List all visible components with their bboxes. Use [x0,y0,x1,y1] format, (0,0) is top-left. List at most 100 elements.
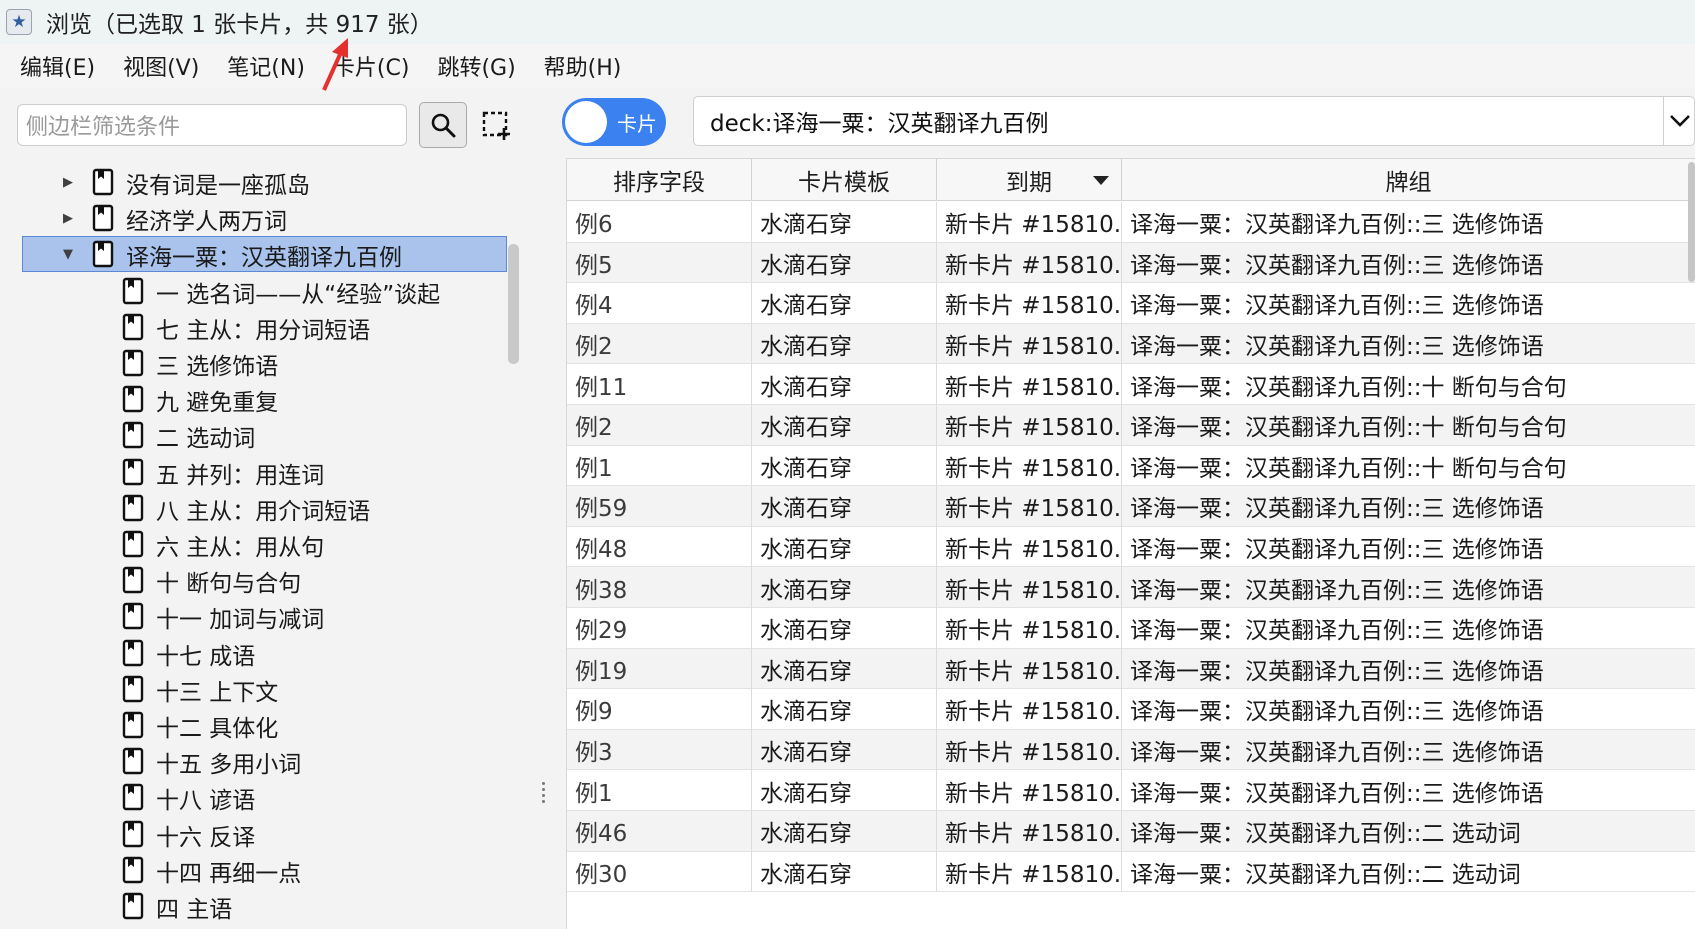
sidebar-tree-item[interactable]: ▼ 译海一粟：汉英翻译九百例 [0,236,510,273]
splitter-handle[interactable] [542,780,550,810]
column-header[interactable]: 牌组 [1122,159,1695,201]
deck-cell: 译海一粟：汉英翻译九百例::三 选修饰语 [1122,770,1695,811]
card-template-cell: 水滴石穿 [752,405,937,446]
sidebar-tree-item[interactable]: 六 主从：用从句 [0,526,510,562]
window-title: 浏览（已选取 1 张卡片，共 917 张） [46,12,433,38]
sidebar-tree-item[interactable]: 九 避免重复 [0,381,510,417]
sidebar-tree-item[interactable]: 二 选动词 [0,417,510,453]
table-row[interactable]: 例11 水滴石穿 新卡片 #15810... 译海一粟：汉英翻译九百例::十 断句与合… [567,364,1695,405]
expand-triangle-right-icon[interactable]: ▶ [60,210,76,226]
cards-notes-toggle[interactable]: 卡片 [562,98,666,146]
sidebar-tree-label: 十七 成语 [156,643,256,670]
sidebar-tree-item[interactable]: 十六 反译 [0,816,510,852]
due-cell: 新卡片 #15810... [937,405,1122,446]
deck-icon [122,639,144,666]
sidebar-tree-label: 一 选名词——从“经验”谈起 [156,281,441,308]
sidebar-tree-item[interactable]: 四 主语 [0,888,510,924]
query-history-dropdown[interactable] [1663,96,1695,146]
search-query-input[interactable]: deck:译海一粟：汉英翻译九百例 [693,96,1695,146]
table-row[interactable]: 例48 水滴石穿 新卡片 #15810... 译海一粟：汉英翻译九百例::三 选修饰语 [567,526,1695,568]
table-row[interactable]: 例6 水滴石穿 新卡片 #15810... 译海一粟：汉英翻译九百例::三 选修饰语 [567,202,1695,243]
sidebar-scrollbar[interactable] [508,244,519,364]
sidebar-tree-item[interactable]: 十 断句与合句 [0,562,510,598]
sidebar-tree-item[interactable]: 十三 上下文 [0,671,510,707]
deck-cell: 译海一粟：汉英翻译九百例::二 选动词 [1122,852,1695,893]
sort-field-cell: 例46 [567,811,752,852]
sort-field-cell: 例48 [567,526,752,568]
deck-cell: 译海一粟：汉英翻译九百例::三 选修饰语 [1122,689,1695,730]
sort-field-cell: 例30 [567,851,752,893]
menu-edit[interactable]: 编辑(E) [16,50,99,82]
selection-tool-button[interactable] [479,108,515,144]
menu-go[interactable]: 跳转(G) [433,50,519,82]
card-template-cell: 水滴石穿 [752,364,937,405]
sidebar-tree-item[interactable]: 五 并列：用连词 [0,454,510,490]
column-header-label: 牌组 [1385,170,1432,196]
column-header[interactable]: 卡片模板 [752,159,937,201]
table-row[interactable]: 例59 水滴石穿 新卡片 #15810... 译海一粟：汉英翻译九百例::三 选修饰语 [567,486,1695,527]
deck-cell: 译海一粟：汉英翻译九百例::三 选修饰语 [1122,202,1695,243]
menu-cards[interactable]: 卡片(C) [329,50,414,82]
table-row[interactable]: 例46 水滴石穿 新卡片 #15810... 译海一粟：汉英翻译九百例::二 选动词 [567,811,1695,852]
deck-cell: 译海一粟：汉英翻译九百例::三 选修饰语 [1122,649,1695,690]
sidebar-tree-item[interactable]: 十一 加词与减词 [0,598,510,634]
card-template-cell: 水滴石穿 [752,242,937,284]
sidebar-tree-item[interactable]: 十七 成语 [0,635,510,671]
deck-icon [122,747,144,775]
sidebar-search-button[interactable] [419,102,467,148]
deck-cell: 译海一粟：汉英翻译九百例::三 选修饰语 [1122,486,1695,527]
due-cell: 新卡片 #15810... [937,811,1122,852]
table-row[interactable]: 例29 水滴石穿 新卡片 #15810... 译海一粟：汉英翻译九百例::三 选修饰语 [567,608,1695,649]
table-row[interactable]: 例1 水滴石穿 新卡片 #15810... 译海一粟：汉英翻译九百例::十 断句与合句 [567,445,1695,487]
menu-view[interactable]: 视图(V) [119,50,203,82]
table-row[interactable]: 例2 水滴石穿 新卡片 #15810... 译海一粟：汉英翻译九百例::十 断句与合句 [567,405,1695,446]
sidebar-tree-item[interactable]: 八 主从：用介词短语 [0,490,510,526]
deck-cell: 译海一粟：汉英翻译九百例::三 选修饰语 [1122,527,1695,568]
table-row[interactable]: 例4 水滴石穿 新卡片 #15810... 译海一粟：汉英翻译九百例::三 选修饰语 [567,283,1695,324]
table-row[interactable]: 例5 水滴石穿 新卡片 #15810... 译海一粟：汉英翻译九百例::三 选修饰语 [567,242,1695,284]
sidebar-tree-item[interactable]: 一 选名词——从“经验”谈起 [0,273,510,309]
card-template-cell: 水滴石穿 [752,526,937,568]
table-row[interactable]: 例1 水滴石穿 新卡片 #15810... 译海一粟：汉英翻译九百例::三 选修饰语 [567,770,1695,811]
deck-icon [122,277,144,304]
sort-descending-icon [1093,176,1109,185]
table-row[interactable]: 例3 水滴石穿 新卡片 #15810... 译海一粟：汉英翻译九百例::三 选修饰语 [567,729,1695,771]
expand-triangle-right-icon[interactable]: ▶ [60,174,76,190]
sidebar-tree-item[interactable]: 十五 多用小词 [0,743,510,779]
sidebar-tree-item[interactable]: 三 选修饰语 [0,345,510,381]
deck-cell: 译海一粟：汉英翻译九百例::十 断句与合句 [1122,405,1695,446]
expand-triangle-down-icon[interactable]: ▼ [60,246,76,262]
menu-notes[interactable]: 笔记(N) [223,50,309,82]
card-template-cell: 水滴石穿 [752,851,937,893]
table-row[interactable]: 例30 水滴石穿 新卡片 #15810... 译海一粟：汉英翻译九百例::二 选动词 [567,851,1695,893]
column-header-label: 到期 [1006,170,1052,196]
sidebar-search-input[interactable]: 侧边栏筛选条件 [17,104,407,146]
table-scrollbar[interactable] [1688,162,1695,282]
sidebar-tree-label: 十四 再细一点 [156,860,302,887]
column-header[interactable]: 到期 [937,159,1122,201]
sidebar-tree-item[interactable]: 七 主从：用分词短语 [0,309,510,345]
sidebar-tree-item[interactable]: 十二 具体化 [0,707,510,743]
table-row[interactable]: 例38 水滴石穿 新卡片 #15810... 译海一粟：汉英翻译九百例::三 选修饰语 [567,567,1695,608]
sidebar-tree-label: 十一 加词与减词 [156,607,325,634]
sidebar-tree-item[interactable]: 十八 谚语 [0,779,510,815]
due-cell: 新卡片 #15810... [937,242,1122,284]
due-cell: 新卡片 #15810... [937,486,1122,527]
card-template-cell: 水滴石穿 [752,283,937,324]
table-row[interactable]: 例19 水滴石穿 新卡片 #15810... 译海一粟：汉英翻译九百例::三 选修饰语 [567,648,1695,690]
card-template-cell: 水滴石穿 [752,202,937,243]
sidebar-tree-label: 二 选动词 [156,426,256,453]
sidebar-tree-item[interactable]: ▶ 经济学人两万词 [0,200,510,236]
sidebar-tree-item[interactable]: ▶ 没有词是一座孤岛 [0,164,510,200]
deck-cell: 译海一粟：汉英翻译九百例::二 选动词 [1122,811,1695,852]
column-header[interactable]: 排序字段 [567,159,752,201]
sidebar-tree-label: 七 主从：用分词短语 [156,317,371,344]
sidebar-tree-label: 十三 上下文 [156,679,279,706]
sidebar-tree-item[interactable]: 十四 再细一点 [0,852,510,888]
sort-field-cell: 例29 [567,608,752,649]
deck-icon [122,349,144,377]
table-row[interactable]: 例2 水滴石穿 新卡片 #15810... 译海一粟：汉英翻译九百例::三 选修饰语 [567,323,1695,365]
menu-help[interactable]: 帮助(H) [540,50,626,82]
sidebar-tree-label: 六 主从：用从句 [156,535,325,561]
table-row[interactable]: 例9 水滴石穿 新卡片 #15810... 译海一粟：汉英翻译九百例::三 选修饰语 [567,689,1695,730]
